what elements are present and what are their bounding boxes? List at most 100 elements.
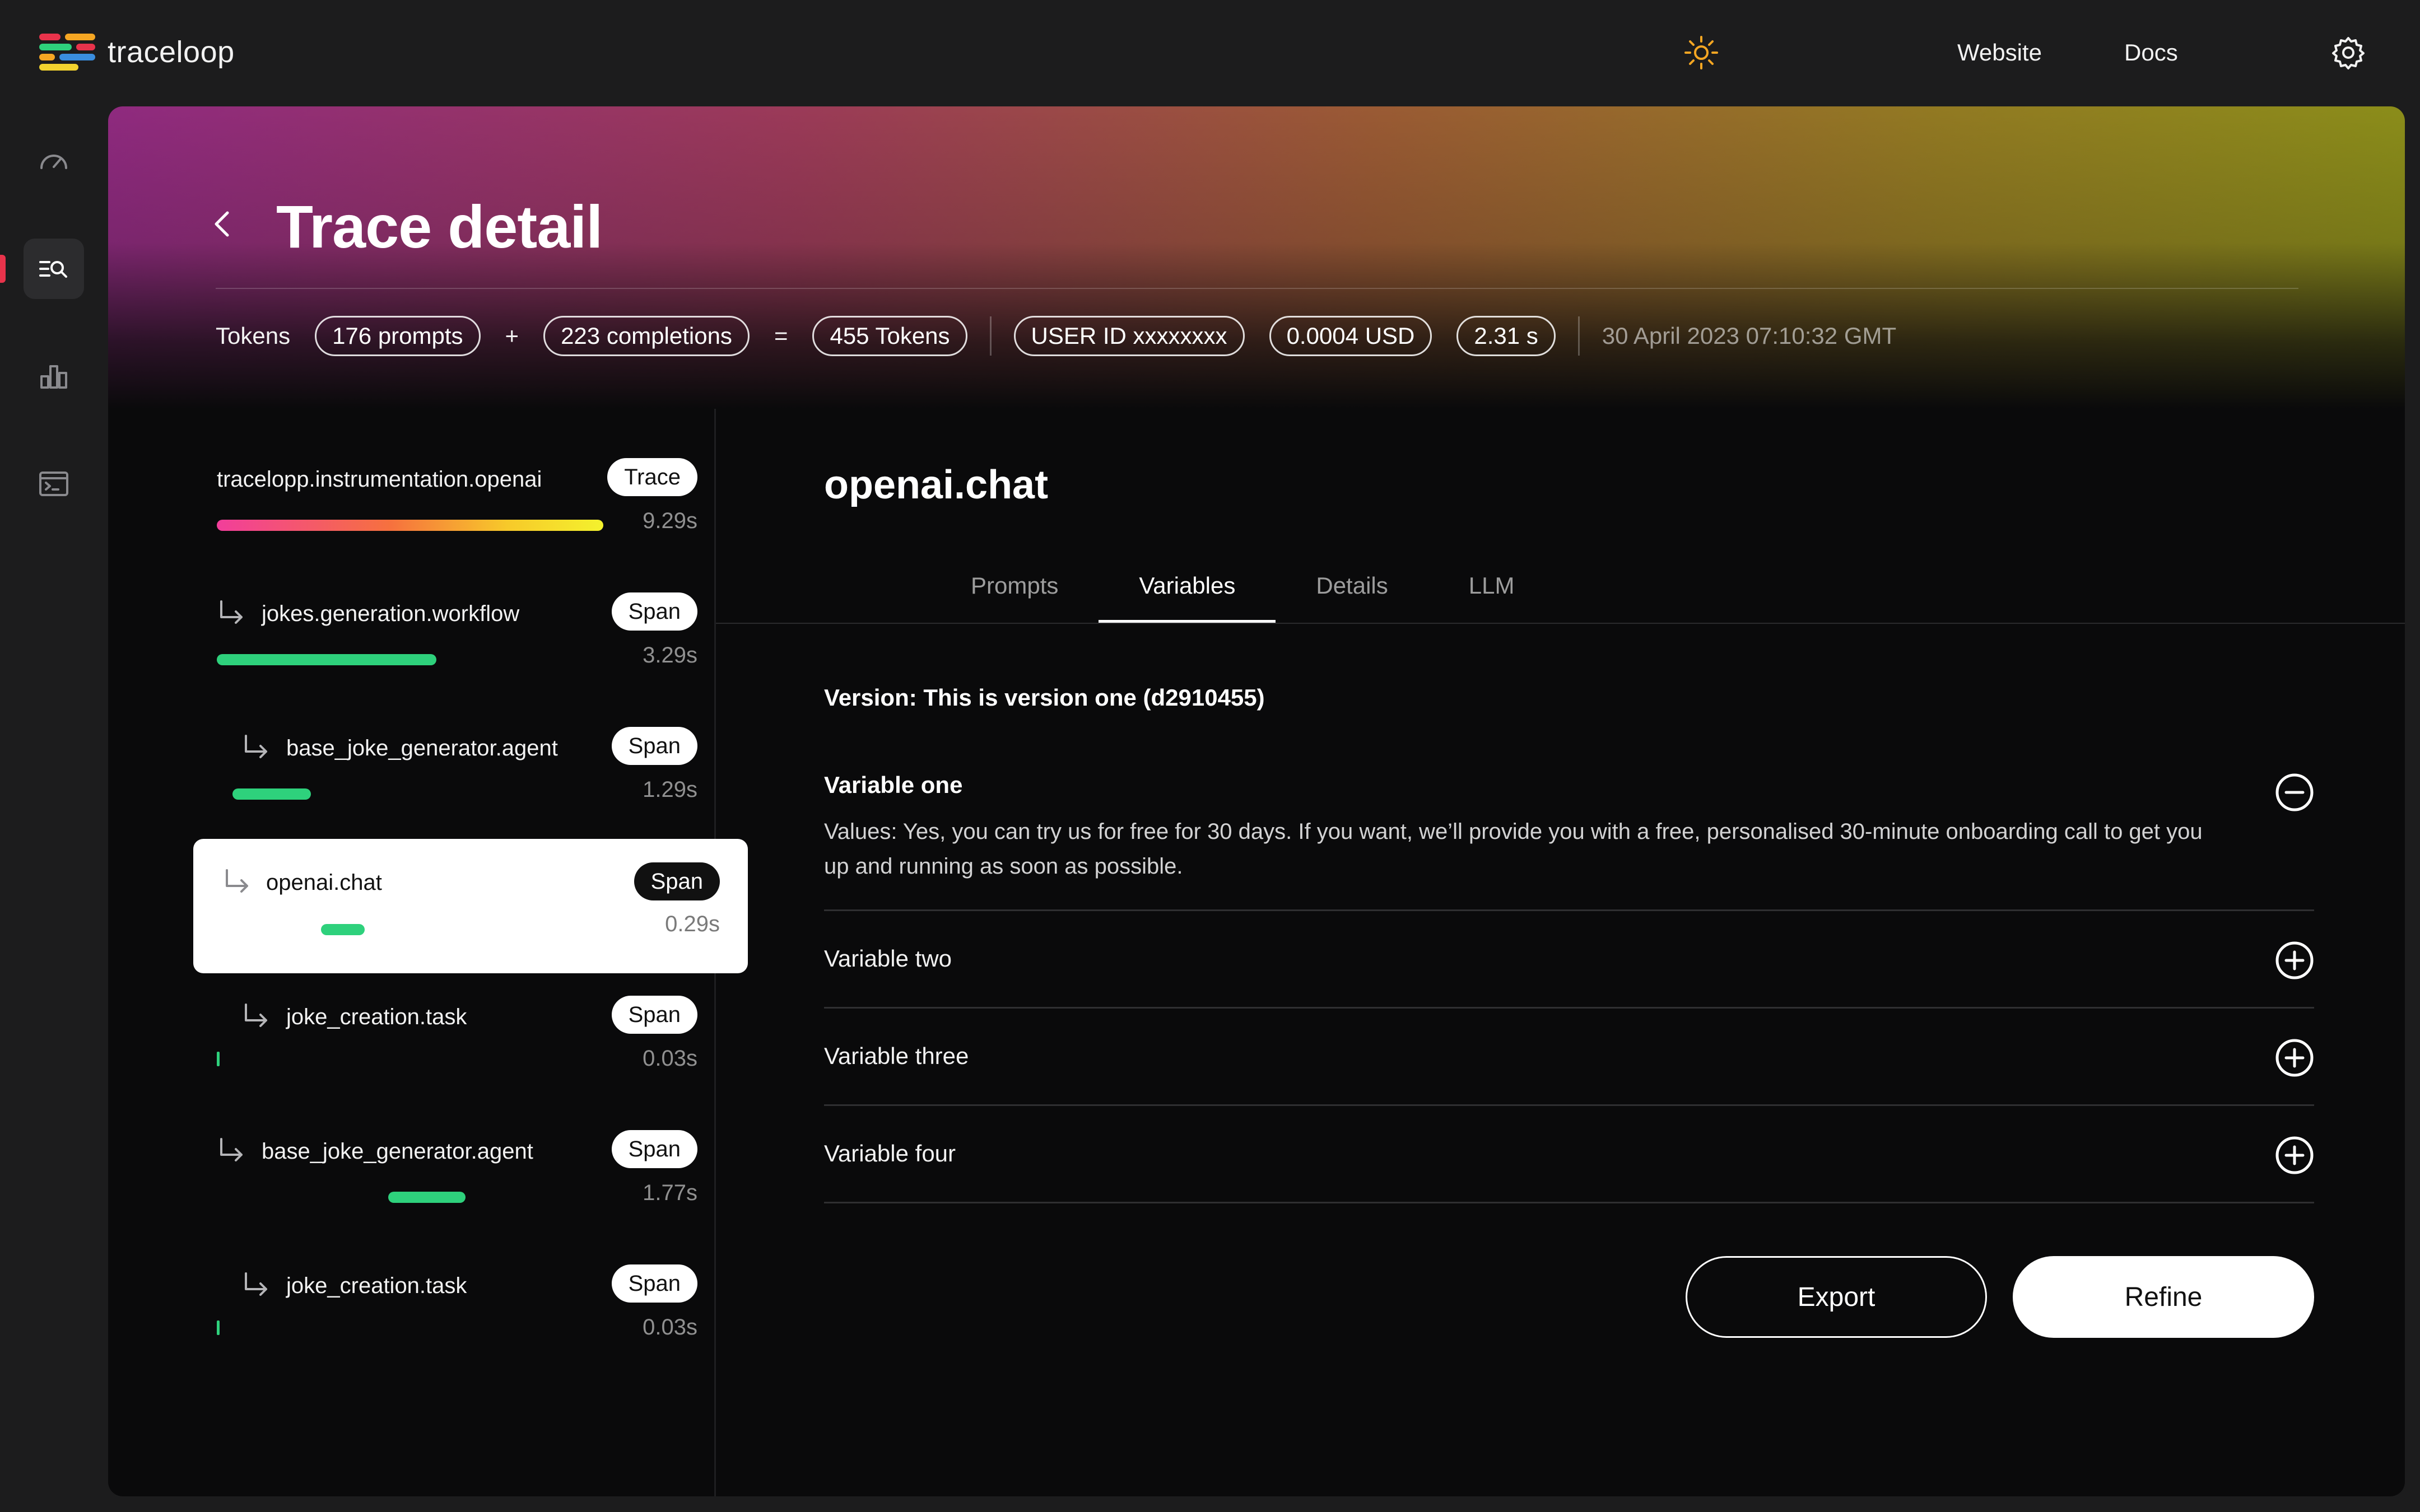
- variable-item-expanded[interactable]: Variable one Values: Yes, you can try us…: [824, 772, 2314, 884]
- trace-duration: 1.77s: [643, 1180, 697, 1205]
- variable-title: Variable four: [824, 1140, 956, 1166]
- collapse-minus-icon[interactable]: [2275, 773, 2314, 812]
- trace-list-item[interactable]: tracelopp.instrumentation.openai Trace 9…: [193, 441, 725, 576]
- traceloop-logo-icon: [39, 34, 95, 71]
- refine-button[interactable]: Refine: [2013, 1256, 2314, 1338]
- trace-list-item[interactable]: jokes.generation.workflow Span 3.29s: [193, 576, 725, 710]
- child-arrow-icon: [245, 1272, 267, 1296]
- child-arrow-icon: [220, 1138, 243, 1161]
- trace-duration: 0.29s: [665, 912, 720, 936]
- total-tokens-chip: 455 Tokens: [812, 316, 967, 356]
- variable-divider: [824, 1007, 2314, 1009]
- variable-item[interactable]: Variable four: [824, 1140, 2314, 1167]
- sidebar-item-dashboard[interactable]: [24, 132, 84, 193]
- span-title: openai.chat: [824, 463, 1049, 507]
- trace-name: openai.chat: [266, 870, 382, 895]
- variable-divider: [824, 1202, 2314, 1203]
- tab-prompts[interactable]: Prompts: [930, 549, 1099, 623]
- expand-plus-icon[interactable]: [2275, 941, 2314, 980]
- list-search-icon: [39, 261, 67, 278]
- trace-list-item-selected[interactable]: openai.chat Span 0.29s: [193, 839, 748, 973]
- expand-plus-icon[interactable]: [2275, 1038, 2314, 1077]
- latency-chip: 2.31 s: [1456, 316, 1556, 356]
- trace-name: base_joke_generator.agent: [262, 1139, 533, 1164]
- trace-duration: 0.03s: [643, 1315, 697, 1340]
- prompts-chip: 176 prompts: [315, 316, 481, 356]
- expand-plus-icon[interactable]: [2275, 1136, 2314, 1175]
- header-divider: [216, 288, 2298, 289]
- trace-list-item[interactable]: joke_creation.task Span 0.03s: [193, 1248, 725, 1382]
- sidebar-item-console[interactable]: [24, 454, 84, 514]
- duration-bar: [321, 924, 365, 935]
- trace-name: joke_creation.task: [286, 1273, 467, 1298]
- duration-bar: [388, 1192, 466, 1203]
- docs-link[interactable]: Docs: [2124, 39, 2178, 66]
- trace-badge: Span: [611, 1264, 697, 1303]
- variable-item[interactable]: Variable three: [824, 1043, 2314, 1070]
- detail-tabs: Prompts Variables Details LLM: [930, 549, 1555, 623]
- main-panel: Trace detail Tokens 176 prompts + 223 co…: [108, 106, 2405, 1496]
- variable-title: Variable one: [824, 772, 963, 798]
- child-arrow-icon: [245, 735, 267, 758]
- trace-name: joke_creation.task: [286, 1005, 467, 1029]
- tab-llm[interactable]: LLM: [1428, 549, 1555, 623]
- child-arrow-icon: [220, 600, 243, 624]
- page-title: Trace detail: [276, 193, 603, 260]
- export-button[interactable]: Export: [1686, 1256, 1987, 1338]
- equals-sign: =: [774, 323, 788, 349]
- user-id-chip: USER ID xxxxxxxx: [1013, 316, 1245, 356]
- duration-bar: [217, 654, 436, 665]
- plus-sign: +: [505, 323, 519, 349]
- trace-duration: 9.29s: [643, 508, 697, 533]
- speedometer-icon: [40, 155, 67, 169]
- website-link[interactable]: Website: [1957, 39, 2042, 66]
- variable-title: Variable two: [824, 945, 952, 972]
- completions-chip: 223 completions: [543, 316, 750, 356]
- variable-divider: [824, 1104, 2314, 1106]
- variable-item[interactable]: Variable two: [824, 945, 2314, 972]
- gear-icon[interactable]: [2330, 35, 2366, 71]
- variable-divider: [824, 909, 2314, 911]
- trace-duration: 0.03s: [643, 1046, 697, 1071]
- trace-badge: Span: [611, 727, 697, 765]
- trace-list-item[interactable]: base_joke_generator.agent Span 1.29s: [193, 710, 725, 844]
- trace-name: jokes.generation.workflow: [262, 601, 520, 626]
- app-name: traceloop: [108, 35, 235, 69]
- stats-separator: [1577, 316, 1580, 356]
- duration-bar: [217, 520, 603, 531]
- page-header: Trace detail Tokens 176 prompts + 223 co…: [108, 106, 2405, 409]
- trace-name: base_joke_generator.agent: [286, 736, 558, 760]
- trace-badge: Span: [611, 592, 697, 631]
- bar-chart-icon: [40, 365, 67, 389]
- stats-separator: [989, 316, 992, 356]
- child-arrow-icon: [245, 1004, 267, 1027]
- trace-name: tracelopp.instrumentation.openai: [217, 467, 542, 492]
- trace-badge: Span: [611, 996, 697, 1034]
- trace-badge: Trace: [607, 458, 697, 496]
- tab-details[interactable]: Details: [1276, 549, 1428, 623]
- trace-badge: Span: [611, 1130, 697, 1168]
- variable-title: Variable three: [824, 1043, 969, 1069]
- duration-bar: [232, 788, 311, 800]
- duration-bar: [217, 1320, 220, 1335]
- trace-list-item[interactable]: base_joke_generator.agent Span 1.77s: [193, 1113, 725, 1248]
- cost-chip: 0.0004 USD: [1269, 316, 1432, 356]
- version-label: Version: This is version one (d2910455): [824, 684, 1265, 711]
- tokens-label: Tokens: [216, 323, 291, 349]
- variable-values: Values: Yes, you can try us for free for…: [824, 819, 2203, 879]
- trace-badge: Span: [634, 862, 720, 900]
- sidebar-item-analytics[interactable]: [24, 346, 84, 407]
- trace-list-item[interactable]: joke_creation.task Span 0.03s: [193, 979, 725, 1113]
- duration-bar: [217, 1052, 220, 1066]
- back-button[interactable]: [206, 207, 240, 241]
- active-marker: [0, 255, 6, 283]
- chevron-left-icon: [215, 211, 229, 237]
- sun-icon[interactable]: [1683, 35, 1719, 71]
- trace-stats: Tokens 176 prompts + 223 completions = 4…: [216, 315, 1896, 357]
- top-bar: traceloop Website Docs: [0, 0, 2420, 106]
- tab-variables[interactable]: Variables: [1099, 549, 1276, 623]
- tabs-divider: [716, 623, 2405, 624]
- logo[interactable]: traceloop: [39, 34, 235, 71]
- timestamp: 30 April 2023 07:10:32 GMT: [1602, 323, 1897, 349]
- sidebar-item-traces[interactable]: [24, 239, 84, 299]
